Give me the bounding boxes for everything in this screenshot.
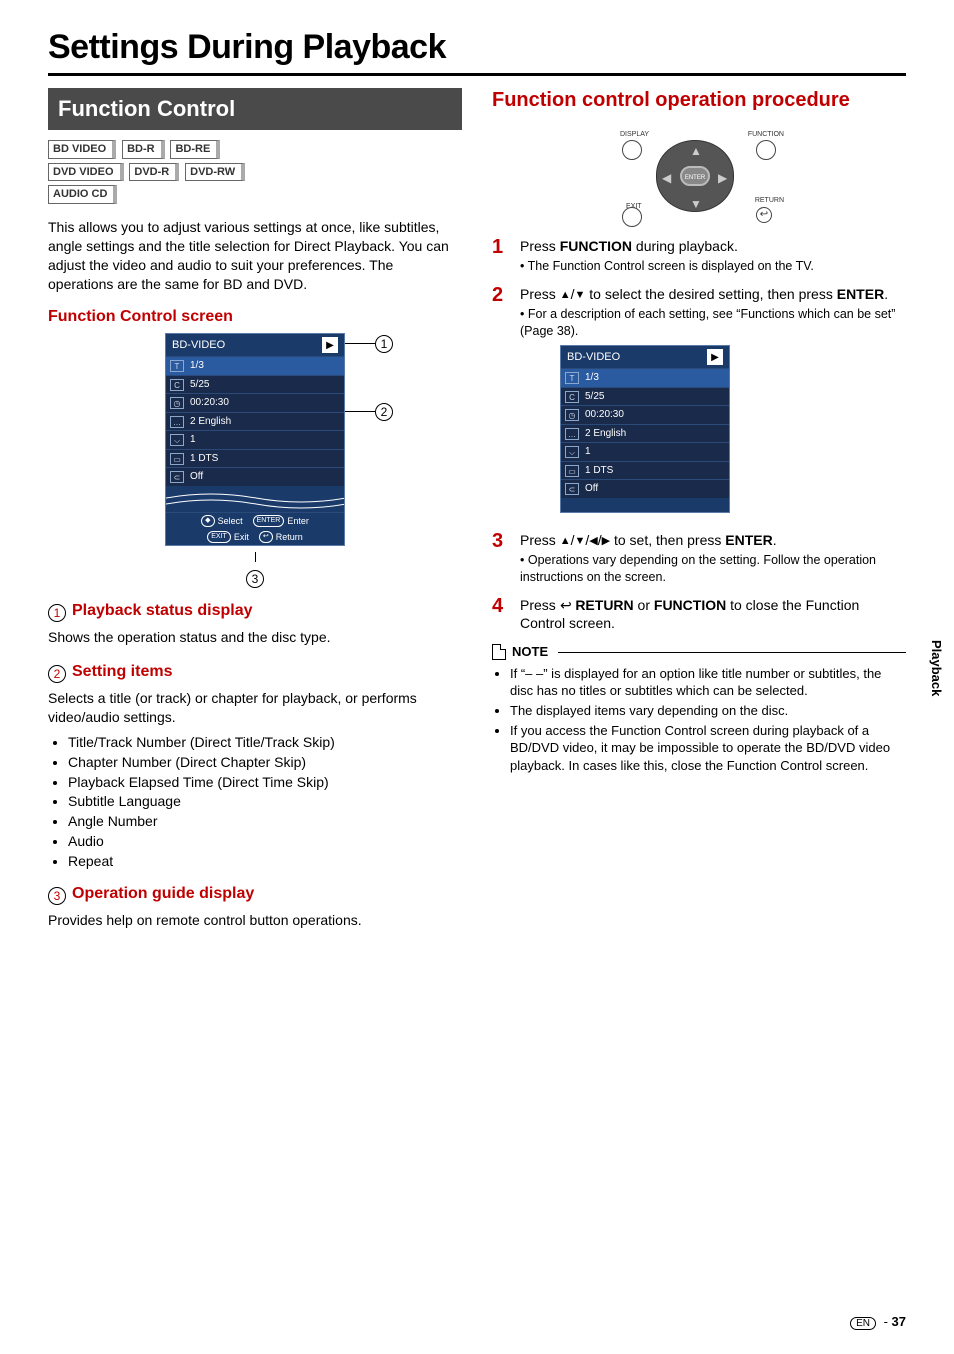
function-control-header: Function Control (48, 88, 462, 130)
step2-sub: For a description of each setting, see “… (520, 307, 895, 338)
chapter-icon: C (170, 379, 184, 391)
media-tag: DVD-RW (185, 163, 245, 182)
fc-guide-bar2: EXITExit ↩Return (166, 529, 344, 545)
fc-disc-type: BD-VIDEO (172, 338, 225, 353)
repeat-icon: ⊂ (170, 471, 184, 483)
note-item: The displayed items vary depending on th… (510, 702, 906, 720)
fc-screen-diagram: BD-VIDEO ▶ T 1/3 C 5/25 ◷ 00:20:30 … 2 Engli… (165, 333, 345, 588)
media-tag: BD VIDEO (48, 140, 116, 159)
left-column: Function Control BD VIDEO BD-R BD-RE DVD… (48, 88, 462, 930)
fc-screen-heading: Function Control screen (48, 306, 462, 328)
right-column: Function control operation procedure DIS… (492, 88, 906, 930)
list-item: Angle Number (68, 812, 462, 831)
media-tag: AUDIO CD (48, 185, 117, 204)
side-tab: Playback (929, 640, 944, 696)
lang-badge: EN (850, 1317, 876, 1330)
sec3-body: Provides help on remote control button o… (48, 911, 462, 930)
display-button (622, 140, 642, 160)
play-icon: ▶ (322, 337, 338, 353)
note-heading: NOTE (492, 643, 906, 661)
subtitle-icon: … (170, 416, 184, 428)
step2-text: Press ▲/▼ to select the desired setting,… (520, 286, 888, 302)
fc-row-value: 5/25 (190, 378, 209, 392)
procedure-heading: Function control operation procedure (492, 88, 906, 112)
angle-icon: ⌵ (170, 434, 184, 446)
steps-list: 1 Press FUNCTION during playback. • The … (492, 237, 906, 633)
callout-1: 1 (375, 335, 393, 353)
list-item: Title/Track Number (Direct Title/Track S… (68, 733, 462, 752)
note-item: If you access the Function Control scree… (510, 722, 906, 775)
step-number: 1 (492, 237, 510, 257)
fc-row-value: 1 DTS (190, 452, 218, 466)
enter-button: ENTER (680, 166, 710, 186)
list-item: Repeat (68, 852, 462, 871)
sec2-heading: 2Setting items (48, 661, 462, 683)
fc-guide-bar: ◆Select ENTEREnter (166, 512, 344, 529)
fc-row-value: 2 English (190, 415, 231, 429)
audio-icon: ▭ (170, 453, 184, 465)
sec1-body: Shows the operation status and the disc … (48, 628, 462, 647)
list-item: Audio (68, 832, 462, 851)
page-footer: EN - 37 (850, 1314, 906, 1330)
fc-row-value: 1/3 (190, 359, 204, 373)
media-tag: DVD VIDEO (48, 163, 124, 182)
media-tag: BD-RE (170, 140, 220, 159)
callout-2: 2 (375, 403, 393, 421)
setting-items-list: Title/Track Number (Direct Title/Track S… (48, 733, 462, 871)
step1-text: Press FUNCTION during playback. (520, 238, 738, 254)
sec3-heading: 3Operation guide display (48, 883, 462, 905)
title-rule (48, 73, 906, 76)
wave-divider (166, 486, 344, 512)
note-icon (492, 644, 506, 660)
step1-sub: The Function Control screen is displayed… (528, 259, 814, 273)
callout-3: 3 (246, 570, 264, 588)
step3-text: Press ▲/▼/◀/▶ to set, then press ENTER. (520, 532, 777, 548)
fc-row-value: Off (190, 470, 203, 484)
media-tags: BD VIDEO BD-R BD-RE DVD VIDEO DVD-R DVD-… (48, 138, 462, 207)
page-number: 37 (892, 1314, 906, 1329)
exit-button (622, 207, 642, 227)
fc-row-value: 1 (190, 433, 196, 447)
clock-icon: ◷ (170, 397, 184, 409)
note-item: If “– –” is displayed for an option like… (510, 665, 906, 700)
step3-sub: Operations vary depending on the setting… (520, 553, 876, 584)
title-icon: T (170, 360, 184, 372)
sec1-heading: 1Playback status display (48, 600, 462, 622)
function-button (756, 140, 776, 160)
remote-diagram: DISPLAY FUNCTION EXIT RETURN ▲ ▼ ◀ ▶ ENT… (614, 128, 784, 223)
step-number: 3 (492, 531, 510, 551)
list-item: Playback Elapsed Time (Direct Time Skip) (68, 773, 462, 792)
fc-row-value: 00:20:30 (190, 396, 229, 410)
return-button: ↩ (756, 207, 772, 223)
notes-list: If “– –” is displayed for an option like… (492, 665, 906, 774)
step-number: 4 (492, 596, 510, 616)
step4-text: Press ↪ RETURN or FUNCTION to close the … (520, 597, 859, 632)
intro-text: This allows you to adjust various settin… (48, 218, 462, 294)
fc-mini-diagram: BD-VIDEO ▶ T1/3 C5/25 ◷00:20:30 …2 Engli… (560, 345, 730, 513)
page-title: Settings During Playback (48, 28, 906, 67)
media-tag: DVD-R (129, 163, 179, 182)
sec2-body: Selects a title (or track) or chapter fo… (48, 689, 462, 727)
play-icon: ▶ (707, 349, 723, 365)
list-item: Subtitle Language (68, 792, 462, 811)
media-tag: BD-R (122, 140, 165, 159)
list-item: Chapter Number (Direct Chapter Skip) (68, 753, 462, 772)
step-number: 2 (492, 285, 510, 305)
